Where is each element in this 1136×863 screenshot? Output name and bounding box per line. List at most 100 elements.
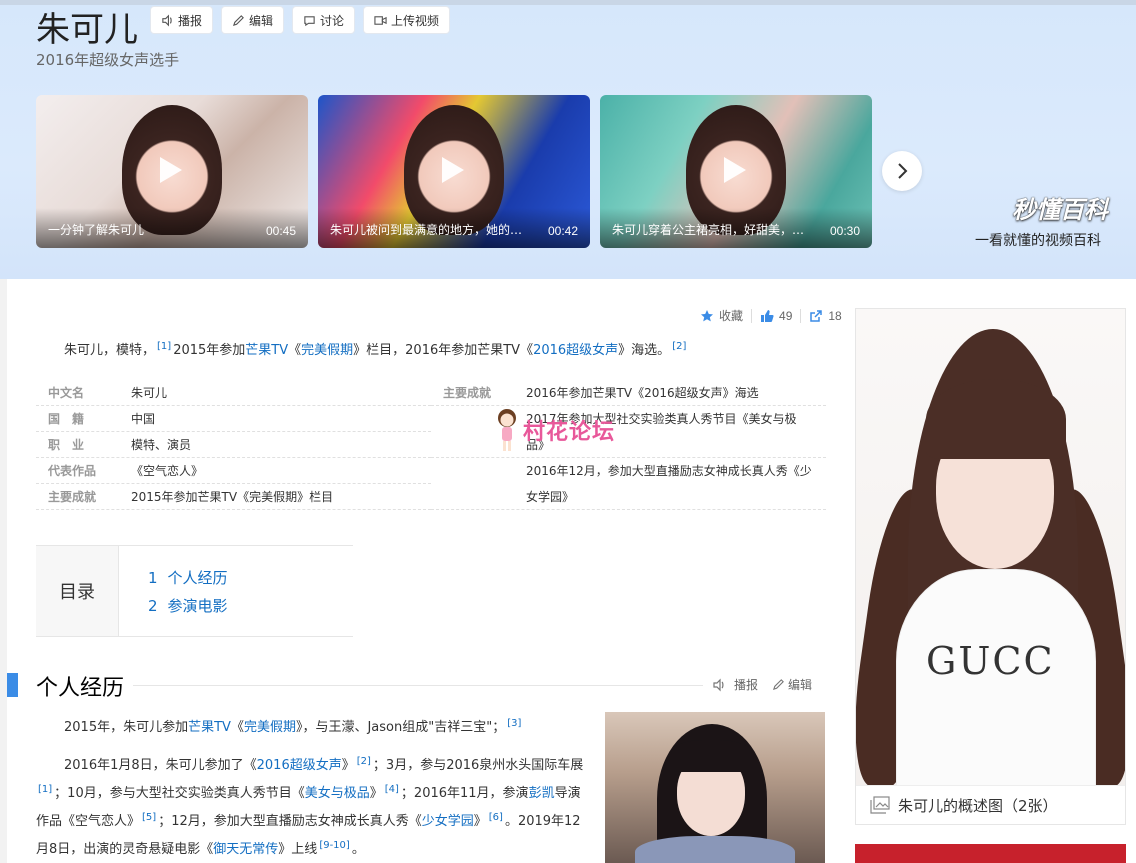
title-actions: 播报 编辑 讨论 上传视频 — [150, 6, 451, 34]
reference[interactable]: [2] — [672, 341, 686, 352]
link[interactable]: 2016超级女声 — [257, 758, 342, 773]
chevron-right-icon — [898, 163, 908, 179]
info-value: 2015年参加芒果TV《完美假期》栏目 — [131, 490, 334, 504]
share-count: 18 — [828, 308, 842, 323]
favorite-label: 收藏 — [719, 309, 744, 323]
section-divider — [133, 685, 703, 686]
info-key: 职 业 — [48, 438, 85, 452]
video-duration: 00:45 — [265, 224, 296, 238]
link[interactable]: 少女学园 — [422, 814, 474, 829]
report-button[interactable]: 播报 — [150, 6, 214, 34]
section-image[interactable] — [605, 712, 825, 863]
info-key: 主要成就 — [443, 386, 492, 400]
favorite-button[interactable]: 收藏 — [700, 307, 743, 324]
info-row: 代表作品 《空气恋人》 — [36, 458, 431, 484]
reference[interactable]: [1] — [38, 784, 52, 795]
lemma-summary: 朱可儿，模特， [1] 2015年参加芒果TV《完美假期》栏目，2016年参加芒果T… — [64, 341, 687, 358]
upload-video-button[interactable]: 上传视频 — [363, 6, 451, 34]
info-column-right: 主要成就 2016年参加芒果TV《2016超级女声》海选 2017年参加大型社交… — [431, 380, 826, 510]
shirt-print: GUCC — [926, 639, 1055, 683]
info-value: 2016年参加芒果TV《2016超级女声》海选 — [526, 386, 759, 400]
thumbs-up-icon — [761, 309, 774, 322]
play-icon[interactable] — [160, 157, 182, 183]
speaker-icon — [713, 678, 724, 691]
star-icon — [701, 309, 713, 321]
reference[interactable]: [9-10] — [319, 840, 350, 851]
chat-bubble-icon — [304, 15, 315, 26]
share-button[interactable]: 18 — [809, 308, 842, 323]
info-key: 代表作品 — [48, 464, 97, 478]
cartoon-girl-icon — [498, 409, 516, 451]
watermark-text: 村花论坛 — [523, 420, 616, 445]
section-paragraph: 2015年，朱可儿参加芒果TV《完美假期》，与王濛、Jason组成"吉祥三宝"；… — [64, 718, 522, 735]
info-value: 2016年12月，参加大型直播励志女神成长真人秀《少女学园》 — [526, 464, 812, 504]
watermark: 村花论坛 — [495, 406, 615, 454]
toc-list: 1 个人经历 2 参演电影 — [148, 564, 228, 620]
pencil-icon — [232, 14, 244, 26]
album-cover-image[interactable]: GUCC — [856, 309, 1125, 785]
link[interactable]: 2016超级女声 — [533, 343, 618, 358]
link[interactable]: 芒果TV — [188, 720, 231, 735]
report-label: 播报 — [178, 13, 203, 28]
info-row: 主要成就 2016年参加芒果TV《2016超级女声》海选 — [431, 380, 826, 406]
link[interactable]: 完美假期 — [301, 343, 353, 358]
pencil-icon — [772, 679, 784, 691]
info-column-left: 中文名 朱可儿 国 籍 中国 职 业 模特、演员 代表作品 《空气恋人》 主要成… — [36, 380, 431, 510]
info-value-link[interactable]: 中国 — [131, 406, 431, 431]
section-title: 个人经历 — [36, 676, 125, 701]
info-row: 2017年参加大型社交实验类真人秀节目《美女与极品》 — [431, 406, 826, 458]
carousel-next-button[interactable] — [882, 151, 922, 191]
video-card[interactable]: 一分钟了解朱可儿 00:45 — [36, 95, 308, 248]
table-of-contents: 目录 1 个人经历 2 参演电影 — [36, 545, 353, 637]
info-value: 模特、演员 — [131, 438, 192, 452]
info-key: 主要成就 — [48, 490, 97, 504]
link[interactable]: 彭凯 — [529, 786, 555, 801]
link[interactable]: 御天无常传 — [213, 842, 278, 857]
discuss-label: 讨论 — [320, 13, 345, 28]
edit-button[interactable]: 编辑 — [221, 6, 285, 34]
video-card[interactable]: 朱可儿被问到最满意的地方，她的回... 00:42 — [318, 95, 590, 248]
speaker-icon — [162, 14, 172, 26]
link[interactable]: 美女与极品 — [305, 786, 370, 801]
info-key: 国 籍 — [48, 412, 85, 426]
left-edge — [0, 279, 7, 863]
video-duration: 00:42 — [547, 224, 578, 238]
edit-label: 编辑 — [249, 13, 274, 28]
share-icon — [810, 309, 823, 322]
reference[interactable]: [6] — [489, 812, 503, 823]
section-report-button[interactable]: 播报 — [712, 676, 758, 693]
video-carousel: 一分钟了解朱可儿 00:45 朱可儿被问到最满意的地方，她的回... 00:42… — [36, 95, 872, 248]
info-row: 中文名 朱可儿 — [36, 380, 431, 406]
album-caption[interactable]: 朱可儿的概述图（2张） — [856, 785, 1125, 824]
reference[interactable]: [2] — [357, 756, 371, 767]
video-duration: 00:30 — [829, 224, 860, 238]
reference[interactable]: [1] — [157, 341, 171, 352]
page-subtitle: 2016年超级女声选手 — [36, 51, 180, 69]
summary-album[interactable]: GUCC 朱可儿的概述图（2张） — [855, 308, 1126, 825]
info-key: 中文名 — [48, 386, 85, 400]
like-button[interactable]: 49 — [760, 309, 792, 323]
info-value: 朱可儿 — [131, 386, 168, 400]
info-value: 《空气恋人》 — [131, 464, 204, 478]
top-border — [0, 0, 1136, 5]
reference[interactable]: [3] — [507, 718, 521, 729]
toc-item[interactable]: 2 参演电影 — [148, 592, 228, 620]
play-icon[interactable] — [724, 157, 746, 183]
info-row: 职 业 模特、演员 — [36, 432, 431, 458]
toc-item[interactable]: 1 个人经历 — [148, 564, 228, 592]
video-title: 朱可儿被问到最满意的地方，她的回... — [330, 223, 530, 237]
stats-bar: 收藏 49 18 — [700, 307, 842, 324]
section-paragraph: 2016年1月8日，朱可儿参加了《2016超级女声》 [2] ；3月，参与2016泉… — [36, 756, 584, 857]
brand-logo: 秒懂百科 — [1012, 196, 1108, 224]
link[interactable]: 完美假期 — [244, 720, 296, 735]
section-actions: 播报 编辑 — [712, 676, 812, 693]
info-row: 2016年12月，参加大型直播励志女神成长真人秀《少女学园》 — [431, 458, 826, 510]
section-edit-button[interactable]: 编辑 — [772, 676, 812, 693]
play-icon[interactable] — [442, 157, 464, 183]
link[interactable]: 芒果TV — [245, 343, 288, 358]
video-card[interactable]: 朱可儿穿着公主裙亮相，好甜美，不... 00:30 — [600, 95, 872, 248]
section-marker — [7, 673, 18, 697]
discuss-button[interactable]: 讨论 — [292, 6, 356, 34]
reference[interactable]: [4] — [385, 784, 399, 795]
reference[interactable]: [5] — [142, 812, 156, 823]
